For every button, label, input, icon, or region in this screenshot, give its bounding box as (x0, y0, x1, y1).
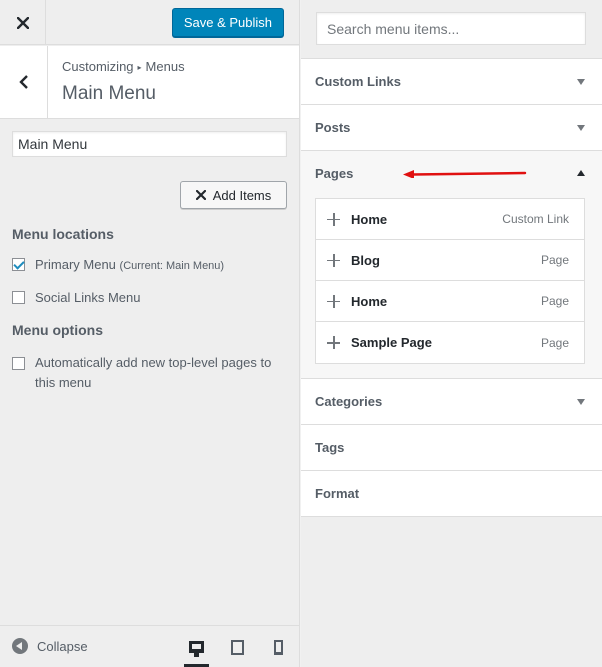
collapse-button[interactable]: Collapse (12, 638, 88, 654)
customizer-footer: Collapse (0, 625, 299, 667)
section-format[interactable]: Format (301, 471, 602, 517)
tags-label: Tags (315, 440, 345, 455)
add-items-button[interactable]: Add Items (180, 181, 287, 209)
breadcrumb-separator-icon: ▸ (137, 63, 142, 72)
expand-arrow-icon (577, 399, 585, 405)
section-posts[interactable]: Posts (301, 105, 602, 151)
posts-label: Posts (315, 120, 351, 135)
chevron-left-icon (18, 75, 28, 89)
preview-desktop-button[interactable] (176, 626, 217, 667)
mobile-icon (274, 639, 283, 655)
custom-links-header: Custom Links (301, 59, 602, 104)
social-links-checkbox[interactable] (12, 291, 25, 304)
breadcrumb-root: Customizing (62, 59, 134, 74)
pages-label: Pages (315, 166, 354, 181)
save-publish-button[interactable]: Save & Publish (171, 8, 284, 37)
format-header: Format (301, 471, 602, 516)
page-title: Main Menu (62, 83, 156, 104)
item-type: Page (540, 253, 569, 267)
customizer-sidebar: Save & Publish Customizing ▸ Menus Main Me… (0, 0, 300, 667)
plus-icon (327, 253, 340, 267)
menu-name-field[interactable] (12, 131, 287, 157)
search-menu-items-input[interactable] (316, 12, 586, 45)
close-button[interactable] (0, 0, 46, 45)
primary-menu-note: (Current: Main Menu) (119, 260, 225, 272)
collapse-icon (12, 638, 28, 654)
section-pages: Pages Home Custom Link Blog Page Home Pa… (301, 151, 602, 379)
section-tags[interactable]: Tags (301, 425, 602, 471)
item-title: Blog (351, 252, 380, 268)
tags-header: Tags (301, 425, 602, 470)
close-icon (16, 16, 29, 29)
primary-menu-label: Primary Menu (Current: Main Menu) (35, 257, 224, 272)
menu-locations-heading: Menu locations (12, 226, 114, 242)
back-button[interactable] (0, 46, 48, 118)
item-type: Custom Link (502, 212, 569, 226)
section-custom-links[interactable]: Custom Links (301, 59, 602, 105)
expand-arrow-icon (577, 125, 585, 131)
social-links-label: Social Links Menu (35, 290, 141, 305)
breadcrumb: Customizing ▸ Menus (62, 59, 185, 74)
section-categories[interactable]: Categories (301, 379, 602, 425)
plus-icon (327, 212, 340, 226)
auto-add-pages-option[interactable]: Automatically add new top-level pages to… (12, 353, 292, 393)
close-icon (195, 190, 206, 200)
plus-icon (327, 294, 340, 308)
available-menu-items-panel: Custom Links Posts Pages Home Custom Lin… (301, 0, 602, 667)
pages-item-list: Home Custom Link Blog Page Home Page Sam… (315, 198, 585, 364)
item-title: Home (351, 211, 388, 227)
categories-header: Categories (301, 379, 602, 424)
collapse-label: Collapse (37, 638, 88, 654)
search-section (301, 0, 602, 59)
categories-label: Categories (315, 394, 383, 409)
preview-mobile-button[interactable] (258, 626, 299, 667)
add-items-label: Add Items (212, 187, 272, 203)
desktop-icon (189, 641, 204, 657)
custom-links-label: Custom Links (315, 74, 401, 89)
annotation-arrow-icon (403, 170, 527, 178)
auto-add-checkbox[interactable] (12, 357, 25, 370)
customizer-header: Save & Publish (0, 0, 299, 45)
menu-options-heading: Menu options (12, 322, 103, 338)
collapse-arrow-icon (577, 170, 585, 176)
list-item[interactable]: Home Custom Link (316, 199, 584, 240)
item-title: Home (351, 293, 388, 309)
primary-menu-text: Primary Menu (35, 257, 116, 272)
item-type: Page (540, 294, 569, 308)
plus-icon (327, 336, 340, 349)
tablet-icon (231, 639, 244, 655)
auto-add-line1: Automatically add new top-level pages to (35, 355, 272, 370)
posts-header: Posts (301, 105, 602, 150)
panel-title-section: Customizing ▸ Menus Main Menu (0, 46, 299, 119)
list-item[interactable]: Blog Page (316, 240, 584, 281)
device-preview-switcher (176, 626, 299, 667)
primary-menu-checkbox[interactable] (12, 258, 25, 271)
expand-arrow-icon (577, 79, 585, 85)
format-label: Format (315, 486, 360, 501)
item-title: Sample Page (351, 335, 432, 350)
item-type: Page (540, 335, 569, 350)
auto-add-line2: this menu (35, 375, 92, 390)
location-social-links-menu[interactable]: Social Links Menu (12, 290, 141, 305)
preview-tablet-button[interactable] (217, 626, 258, 667)
location-primary-menu[interactable]: Primary Menu (Current: Main Menu) (12, 257, 224, 272)
auto-add-label: Automatically add new top-level pages to… (35, 353, 271, 393)
list-item[interactable]: Sample Page Page (316, 322, 584, 363)
breadcrumb-section: Menus (145, 59, 185, 74)
list-item[interactable]: Home Page (316, 281, 584, 322)
